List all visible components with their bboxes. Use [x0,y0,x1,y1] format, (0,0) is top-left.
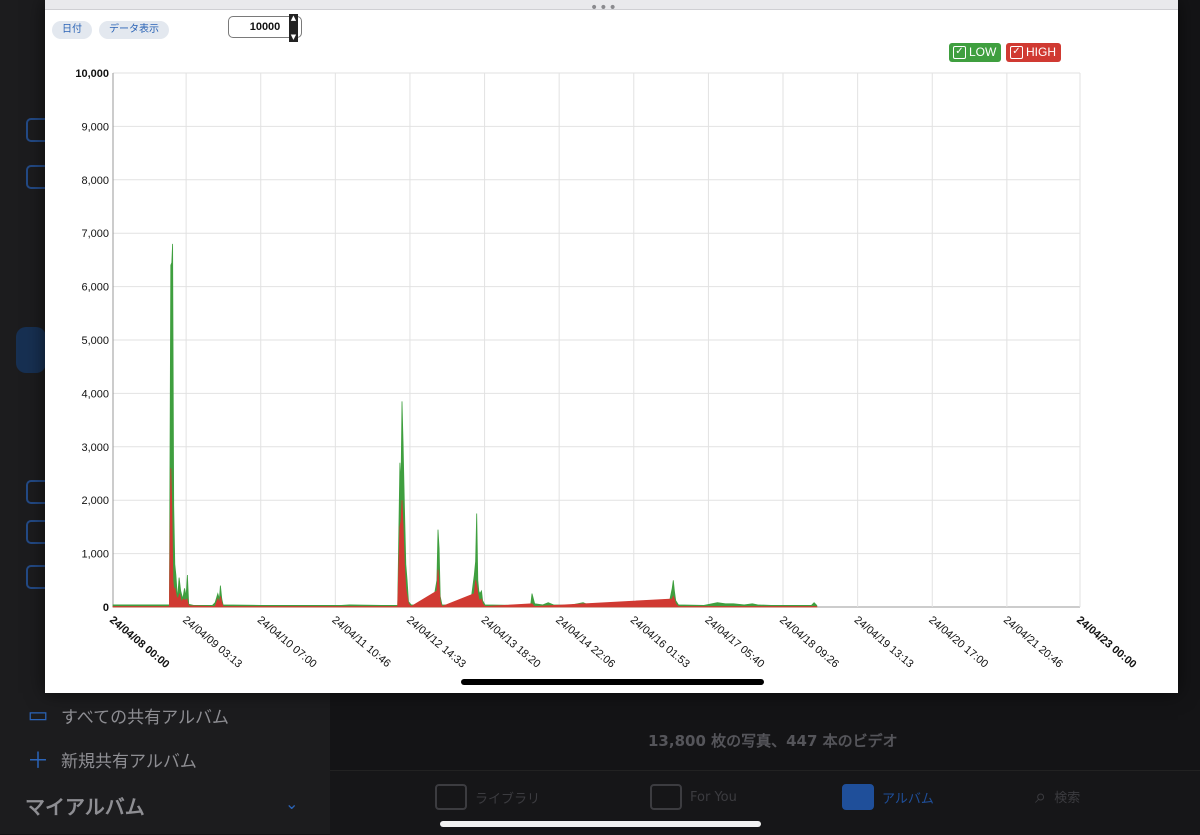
y-tick-label: 5,000 [81,335,109,347]
x-tick-label: 24/04/16 01:53 [628,614,692,670]
shared-album-icon: ▭ [27,702,49,728]
tab-search[interactable]: ⌕ 検索 [1035,784,1080,808]
y-tick-label: 1,000 [81,549,109,561]
x-tick-label: 24/04/23 00:00 [1074,614,1138,671]
x-tick-label: 24/04/19 13:13 [852,614,916,670]
y-tick-label: 2,000 [81,495,109,507]
tab-albums[interactable]: アルバム [842,784,934,810]
y-tick-label: 8,000 [81,175,109,187]
x-tick-label: 24/04/18 09:26 [777,614,841,670]
x-tick-label: 24/04/20 17:00 [926,614,990,670]
series-high-area [112,468,818,608]
tab-library[interactable]: ライブラリ [435,784,540,810]
x-tick-label: 24/04/11 10:46 [329,614,392,670]
series-low-area [112,243,818,608]
x-tick-label: 24/04/17 05:40 [703,614,767,670]
library-counts: 13,800 枚の写真、447 本のビデオ [648,732,898,750]
library-icon [435,784,467,810]
home-indicator [461,679,764,685]
x-tick-label: 24/04/12 14:33 [404,614,468,670]
home-indicator [440,821,761,827]
y-tick-label: 0 [103,602,109,614]
y-tick-label: 7,000 [81,228,109,240]
chart-window: ••• 日付 データ表示 10000 ▲ ▼ ✓ LOW ✓ HIGH 0 1,0… [45,0,1178,693]
y-tick-label: 6,000 [81,282,109,294]
y-tick-label: 4,000 [81,388,109,400]
x-tick-label: 24/04/14 22:06 [553,614,617,670]
tab-for-you[interactable]: For You [650,784,737,810]
x-tick-label: 24/04/08 00:00 [107,614,171,671]
album-icon [842,784,874,810]
y-tick-label: 3,000 [81,442,109,454]
x-tick-label: 24/04/21 20:46 [1001,614,1065,670]
chevron-down-icon[interactable]: ⌄ [285,794,298,813]
selected-sidebar-item [16,327,46,373]
y-tick-label: 10,000 [75,68,109,80]
sidebar-item-new-shared-album[interactable]: ＋ 新規共有アルバム [25,746,197,774]
time-series-chart: 0 1,000 2,000 3,000 4,000 5,000 6,000 7,000 8,00… [75,68,1138,671]
my-albums-heading: マイアルバム [25,795,145,819]
x-tick-label: 24/04/09 03:13 [180,614,244,670]
x-tick-label: 24/04/13 18:20 [479,614,543,670]
for-you-icon [650,784,682,810]
search-icon: ⌕ [1035,784,1047,808]
x-tick-label: 24/04/10 07:00 [255,614,319,670]
plus-icon: ＋ [26,749,49,774]
sidebar-item-all-shared-albums[interactable]: ▭ すべての共有アルバム [25,702,229,728]
y-tick-label: 9,000 [81,121,109,133]
